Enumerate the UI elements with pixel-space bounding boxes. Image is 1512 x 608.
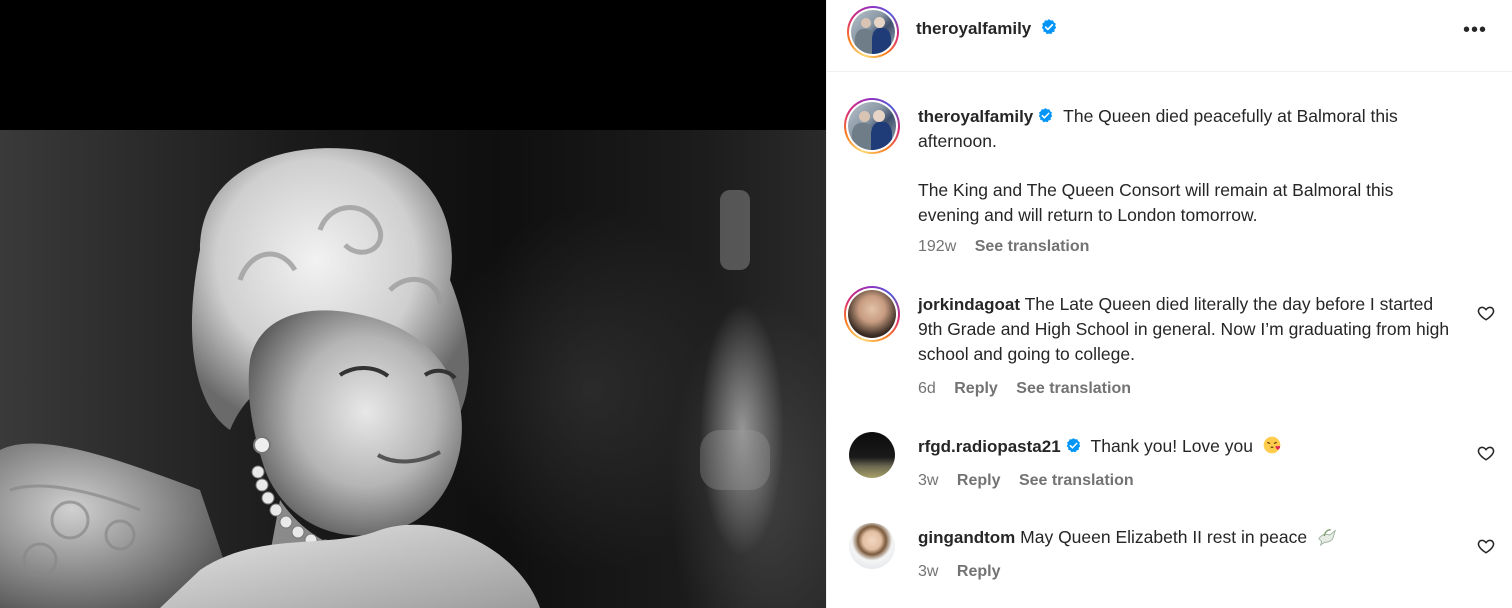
comment-meta: 6d Reply See translation	[918, 380, 1145, 398]
comment-body: May Queen Elizabeth II rest in peace	[1020, 527, 1308, 547]
like-heart-icon[interactable]	[1477, 444, 1495, 462]
reply-button[interactable]: Reply	[957, 472, 1001, 489]
like-heart-icon[interactable]	[1477, 537, 1495, 555]
see-translation-button[interactable]: See translation	[1016, 380, 1131, 397]
comment-body: Thank you! Love you	[1090, 436, 1253, 456]
comment-username[interactable]: jorkindagoat	[918, 295, 1020, 314]
caption-time[interactable]: 192w	[918, 238, 956, 255]
comment-meta: 3w Reply	[918, 563, 1014, 581]
comment-time[interactable]: 3w	[918, 472, 938, 489]
comment-time[interactable]: 3w	[918, 563, 938, 580]
comment-meta: 3w Reply See translation	[918, 472, 1148, 490]
reply-button[interactable]: Reply	[954, 380, 998, 397]
comment-text: gingandtom May Queen Elizabeth II rest i…	[918, 525, 1458, 550]
see-translation-button[interactable]: See translation	[1019, 472, 1134, 489]
portrait-illustration	[0, 148, 770, 608]
like-heart-icon[interactable]	[1477, 304, 1495, 322]
post-media[interactable]	[0, 0, 826, 608]
face-blowing-kiss-icon	[1263, 436, 1281, 454]
caption-username[interactable]: theroyalfamily	[918, 107, 1033, 126]
more-options-button[interactable]: •••	[1459, 20, 1491, 40]
author-avatar[interactable]	[847, 6, 899, 58]
comment-time[interactable]: 6d	[918, 380, 936, 397]
caption-avatar[interactable]	[844, 98, 900, 154]
verified-badge-icon	[1039, 108, 1053, 123]
verified-badge-icon	[1041, 19, 1056, 35]
comment-text: jorkindagoat The Late Queen died literal…	[918, 292, 1458, 367]
caption-line-2: The King and The Queen Consort will rema…	[918, 180, 1394, 225]
post-details-panel: theroyalfamily ••• theroyalfamily The Qu…	[826, 0, 1512, 608]
see-translation-button[interactable]: See translation	[975, 238, 1090, 255]
comment-text: rfgd.radiopasta21 Thank you! Love you	[918, 434, 1458, 459]
comment-username[interactable]: gingandtom	[918, 528, 1015, 547]
author-username[interactable]: theroyalfamily	[916, 19, 1031, 38]
caption-meta: 192w See translation	[918, 238, 1103, 256]
reply-button[interactable]: Reply	[957, 563, 1001, 580]
dove-icon	[1318, 528, 1337, 546]
post-photo	[0, 130, 826, 608]
commenter-avatar[interactable]	[849, 432, 895, 478]
post-header: theroyalfamily •••	[827, 0, 1512, 72]
caption-text: theroyalfamily The Queen died peacefully…	[918, 104, 1458, 228]
verified-badge-icon	[1066, 438, 1080, 453]
comment-username[interactable]: rfgd.radiopasta21	[918, 437, 1061, 456]
commenter-avatar[interactable]	[844, 286, 900, 342]
commenter-avatar[interactable]	[849, 523, 895, 569]
